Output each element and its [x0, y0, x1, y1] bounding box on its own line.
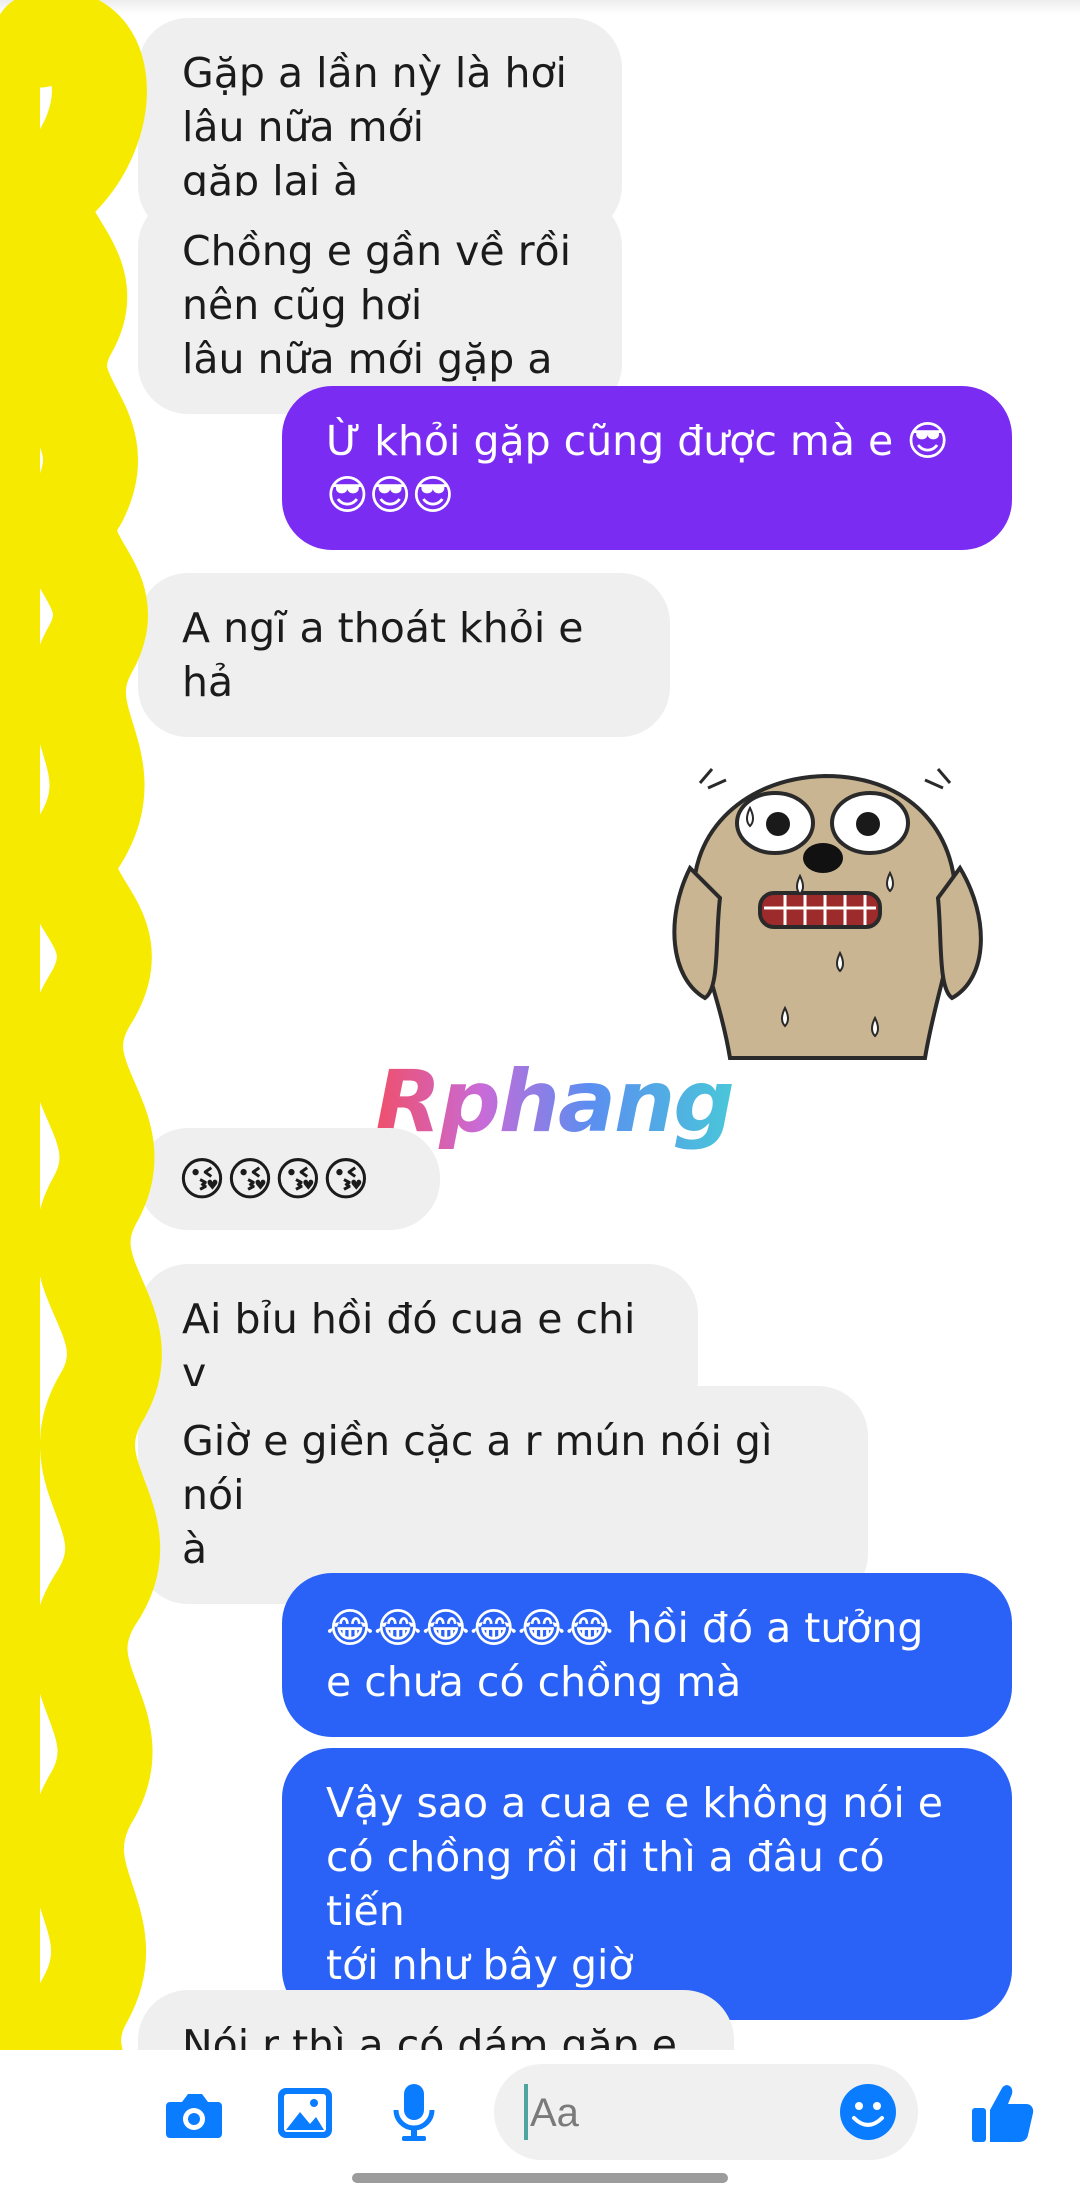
message-bubble-incoming[interactable]: 😘😘😘😘	[138, 1128, 440, 1230]
message-bubble-incoming[interactable]: Giờ e giền cặc a r mún nói gì nói à	[138, 1386, 868, 1604]
message-composer	[0, 2050, 1080, 2193]
message-bubble-outgoing[interactable]: 😂😂😂😂😂😂 hồi đó a tưởng e chưa có chồng mà	[282, 1573, 1012, 1737]
message-bubble-incoming[interactable]: Nói r thì a có dám gặp e k	[138, 1990, 734, 2050]
top-divider	[0, 0, 1080, 14]
emoji-icon[interactable]	[838, 2082, 898, 2142]
message-input-wrapper	[494, 2064, 918, 2160]
image-icon[interactable]	[276, 2086, 334, 2142]
message-bubble-incoming[interactable]: A ngĩ a thoát khỏi e hả	[138, 573, 670, 737]
message-bubble-outgoing[interactable]: Vậy sao a cua e e không nói e có chồng r…	[282, 1748, 1012, 2020]
camera-icon[interactable]	[164, 2090, 224, 2140]
thumbs-up-icon[interactable]	[970, 2080, 1034, 2144]
home-indicator	[352, 2173, 728, 2183]
message-bubble-outgoing[interactable]: Ừ khỏi gặp cũng được mà e 😎 😎😎😎	[282, 386, 1012, 550]
message-bubble-incoming[interactable]: Chồng e gần về rồi nên cũg hơi lâu nữa m…	[138, 196, 622, 414]
message-input[interactable]	[528, 2082, 812, 2144]
microphone-icon[interactable]	[392, 2082, 436, 2144]
watermark-logo: Rphang	[375, 1052, 735, 1152]
chat-thread: Gặp a lần nỳ là hơi lâu nữa mới gặp lại …	[0, 0, 1080, 2050]
sweating-dog-sticker[interactable]	[660, 758, 1000, 1068]
